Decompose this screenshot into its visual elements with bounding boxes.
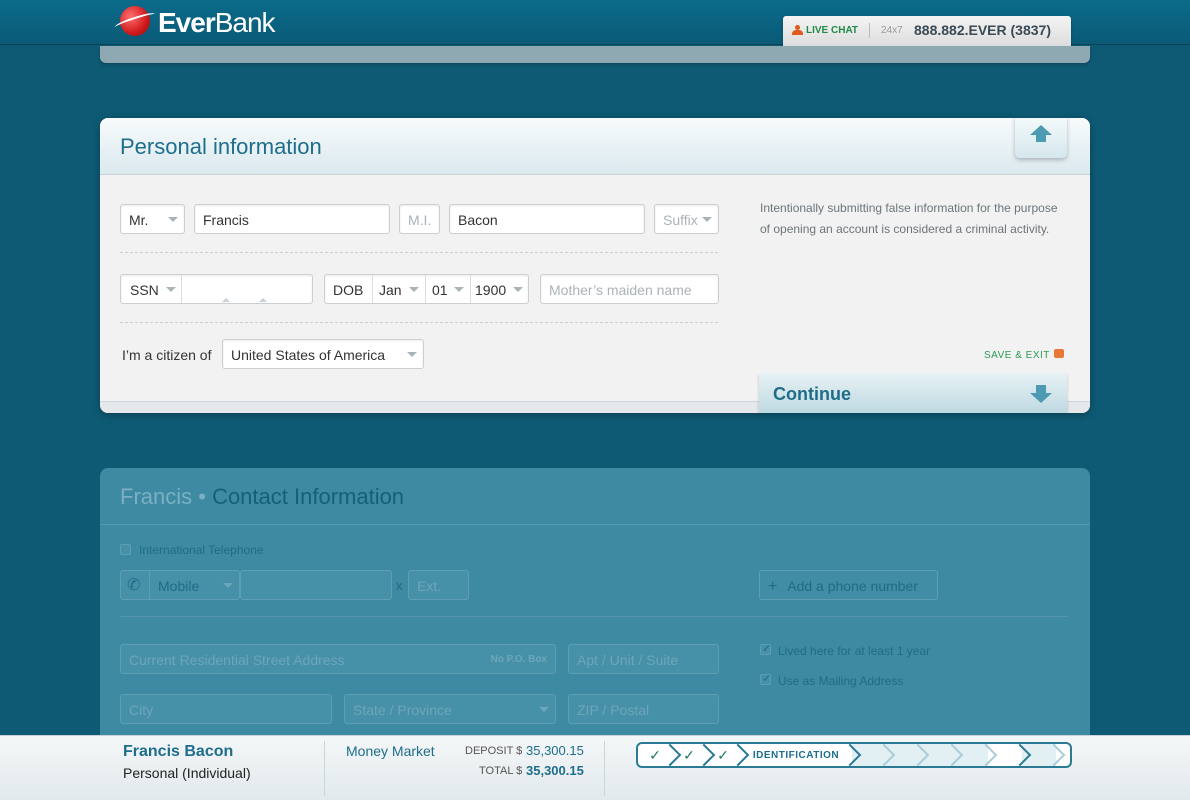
lived-here-label: Lived here for at least 1 year — [778, 644, 931, 658]
last-name-input[interactable]: Bacon — [449, 204, 645, 234]
ext-separator: x — [396, 578, 403, 593]
city-input[interactable]: City — [120, 694, 332, 724]
card-header: Francis • Contact Information — [100, 468, 1090, 525]
dob-month-select[interactable]: Jan — [373, 275, 425, 303]
live-chat-link[interactable]: LIVE CHAT — [806, 25, 858, 36]
dob-year-select[interactable]: 1900 — [471, 275, 528, 303]
id-type-select[interactable]: SSN — [130, 282, 159, 298]
chevron-down-icon — [454, 287, 464, 292]
product-name[interactable]: Money Market — [346, 743, 435, 759]
divider — [869, 23, 870, 38]
divider — [604, 741, 605, 796]
arrow-down-icon — [1030, 393, 1052, 403]
collapsed-section-bar — [100, 46, 1090, 63]
first-name-input[interactable]: Francis — [194, 204, 390, 234]
divider — [120, 322, 718, 323]
check-icon: ✓ — [762, 673, 772, 685]
section-title: Francis • Contact Information — [120, 484, 405, 509]
dob-group: DOB Jan 01 1900 — [324, 274, 529, 304]
chevron-down-icon — [166, 287, 176, 292]
divider — [120, 616, 1068, 617]
apt-unit-input[interactable]: Apt / Unit / Suite — [568, 644, 719, 674]
citizenship-label: I’m a citizen of — [122, 347, 212, 363]
ssn-group: SSN — [120, 274, 313, 304]
state-select[interactable]: State / Province — [344, 694, 556, 724]
account-ownership: Personal (Individual) — [123, 765, 251, 781]
ssn-input[interactable] — [182, 275, 312, 303]
logo-text[interactable]: EverBank — [158, 7, 276, 39]
street-address-input[interactable]: Current Residential Street Address No P.… — [120, 644, 556, 674]
international-telephone-checkbox[interactable] — [120, 544, 131, 555]
phone-number-input[interactable] — [240, 570, 392, 600]
check-icon: ✓ — [762, 643, 772, 655]
arrow-up-stem — [1036, 134, 1046, 142]
contact-box: LIVE CHAT 24x7 888.882.EVER (3837) — [783, 16, 1071, 47]
lived-here-checkbox[interactable]: ✓ — [760, 643, 772, 655]
chevron-down-icon — [702, 217, 712, 222]
mailing-address-label: Use as Mailing Address — [778, 674, 904, 688]
applicant-name: Francis Bacon — [123, 743, 234, 760]
chevron-down-icon — [539, 707, 549, 712]
total-label: TOTAL $ — [479, 765, 523, 777]
divider — [324, 741, 325, 796]
international-telephone-label: International Telephone — [139, 543, 264, 557]
save-exit-link[interactable]: SAVE & EXIT — [984, 350, 1050, 361]
exit-icon[interactable] — [1054, 349, 1064, 358]
mailing-address-checkbox[interactable]: ✓ — [760, 673, 772, 685]
middle-initial-input[interactable]: M.I. — [399, 204, 440, 234]
phone-icon: ✆ — [127, 577, 141, 594]
chevron-down-icon — [409, 287, 419, 292]
phone-number: 888.882.EVER (3837) — [914, 22, 1051, 38]
no-po-box-hint: No P.O. Box — [490, 654, 548, 665]
extension-input[interactable]: Ext. — [408, 570, 469, 600]
chevron-down-icon — [513, 287, 523, 292]
plus-icon: + — [768, 578, 778, 595]
site-header: EverBank LIVE CHAT 24x7 888.882.EVER (38… — [0, 0, 1190, 47]
divider — [120, 252, 718, 253]
continue-label: Continue — [773, 384, 851, 404]
chevron-down-icon — [168, 217, 178, 222]
dob-label: DOB — [333, 282, 364, 298]
suffix-select[interactable]: Suffix — [654, 204, 719, 234]
dob-day-select[interactable]: 01 — [426, 275, 470, 303]
zip-input[interactable]: ZIP / Postal — [568, 694, 719, 724]
progress-step-current[interactable]: IDENTIFICATION — [740, 744, 852, 766]
personal-information-card: Personal information Mr. Francis M.I. Ba… — [100, 118, 1090, 413]
card-header: Personal information — [100, 118, 1090, 175]
chevron-down-icon — [407, 352, 417, 357]
person-icon — [792, 25, 803, 35]
check-icon: ✓ — [649, 746, 661, 763]
citizenship-select[interactable]: United States of America — [222, 339, 424, 369]
deposit-label: DEPOSIT $ — [465, 745, 523, 757]
check-icon: ✓ — [717, 746, 729, 763]
contact-information-card: Francis • Contact Information Internatio… — [100, 468, 1090, 738]
divider — [149, 571, 150, 599]
check-icon: ✓ — [683, 746, 695, 763]
continue-button[interactable]: Continue — [759, 373, 1067, 413]
page-title: Personal information — [120, 134, 322, 159]
hours-label: 24x7 — [881, 25, 903, 36]
phone-type-select[interactable]: ✆ Mobile — [120, 570, 240, 600]
chevron-down-icon — [223, 583, 233, 588]
total-value: 35,300.15 — [526, 763, 584, 778]
deposit-value: 35,300.15 — [526, 743, 584, 758]
progress-step-complete[interactable]: ✓ — [638, 744, 672, 766]
collapse-up-button[interactable] — [1015, 118, 1067, 158]
add-phone-button[interactable]: + Add a phone number — [759, 570, 938, 600]
progress-steps: ✓ ✓ ✓ IDENTIFICATION — [636, 742, 1072, 768]
fraud-notice: Intentionally submitting false informati… — [760, 201, 1058, 236]
mothers-maiden-name-input[interactable]: Mother’s maiden name — [540, 274, 719, 304]
arrow-down-stem — [1036, 385, 1046, 393]
salutation-select[interactable]: Mr. — [120, 204, 185, 234]
